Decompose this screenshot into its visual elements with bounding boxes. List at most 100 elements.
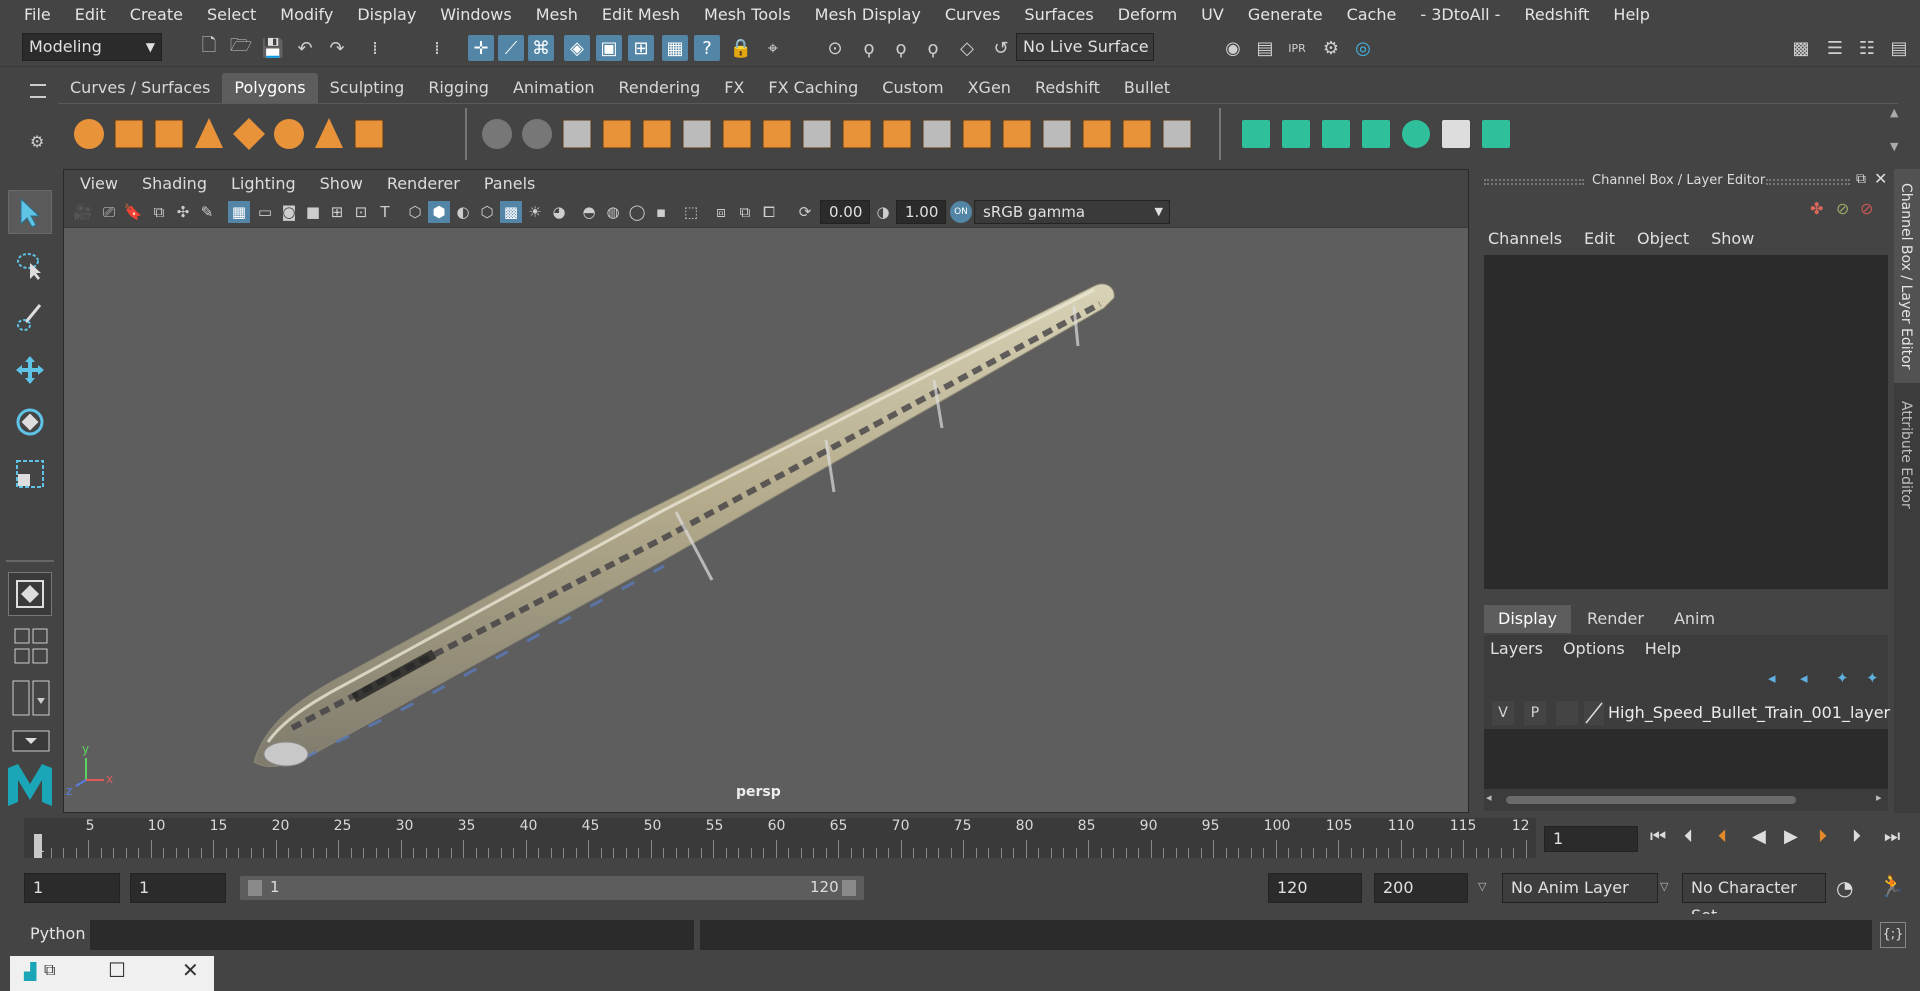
- render-frame-icon[interactable]: ▤: [1252, 35, 1278, 61]
- snap-rotate-icon[interactable]: ↺: [988, 35, 1014, 61]
- menu-select[interactable]: Select: [195, 5, 268, 24]
- 2d-pan-zoom-icon[interactable]: ✣: [172, 201, 194, 223]
- menu-edit[interactable]: Edit: [63, 5, 118, 24]
- step-back-key-icon[interactable]: ⏴: [1684, 826, 1693, 847]
- shelf-uv-tool-7-icon[interactable]: [1482, 120, 1510, 148]
- play-forward-icon[interactable]: ▶: [1784, 826, 1798, 847]
- lock-icon[interactable]: 🔒: [728, 35, 754, 61]
- shelf-quad-icon[interactable]: [1042, 119, 1072, 149]
- shelf-disc-icon[interactable]: [522, 119, 552, 149]
- wireframe-on-shaded-icon[interactable]: ◐: [452, 201, 474, 223]
- close-window-icon[interactable]: ✕: [182, 958, 199, 982]
- chevron-down-icon[interactable]: ▽: [1660, 880, 1668, 893]
- exposure-field[interactable]: 0.00: [820, 200, 870, 224]
- grease-pencil-icon[interactable]: ✎: [196, 201, 218, 223]
- menu-3dtoall[interactable]: - 3DtoAll -: [1408, 5, 1512, 24]
- select-cursor-icon[interactable]: ⌖: [760, 35, 786, 61]
- layer-tab-display[interactable]: Display: [1484, 605, 1571, 633]
- shelf-rect-icon[interactable]: [1002, 119, 1032, 149]
- textured-icon[interactable]: ▩: [500, 201, 522, 223]
- snap-lasso-icon[interactable]: ϙ: [856, 35, 882, 61]
- maya-logo-icon[interactable]: [6, 762, 54, 808]
- new-scene-icon[interactable]: 🗋: [196, 35, 222, 61]
- no-entry-icon[interactable]: ⊘: [1860, 199, 1873, 218]
- depth-of-field-icon[interactable]: ▪: [650, 201, 672, 223]
- viewport-menu-renderer[interactable]: Renderer: [375, 174, 472, 193]
- shelf-uv-tool-4-icon[interactable]: [1362, 120, 1390, 148]
- modeling-toolkit-icon[interactable]: ▩: [1788, 35, 1814, 61]
- shelf-tab-custom[interactable]: Custom: [870, 73, 955, 103]
- step-forward-key-icon[interactable]: ⏵: [1852, 826, 1861, 847]
- shelf-bevel-icon[interactable]: [962, 119, 992, 149]
- shelf-tab-sculpting[interactable]: Sculpting: [318, 73, 417, 103]
- shelf-layers-icon[interactable]: [802, 119, 832, 149]
- menu-surfaces[interactable]: Surfaces: [1012, 5, 1105, 24]
- redo-icon[interactable]: ↷: [324, 35, 350, 61]
- range-handle-left[interactable]: [248, 880, 262, 896]
- open-scene-icon[interactable]: 🗁: [228, 35, 254, 61]
- screen-space-ao-icon[interactable]: ◓: [578, 201, 600, 223]
- shelf-extrude-icon[interactable]: [762, 119, 792, 149]
- go-to-start-icon[interactable]: ⏮: [1650, 826, 1666, 847]
- menu-mesh-display[interactable]: Mesh Display: [803, 5, 933, 24]
- range-handle-right[interactable]: [842, 880, 856, 896]
- grid-icon[interactable]: ▦: [228, 201, 250, 223]
- shelf-sphere-icon[interactable]: [74, 119, 104, 149]
- viewport-menu-panels[interactable]: Panels: [472, 174, 548, 193]
- camera-icon[interactable]: 🎥: [72, 201, 94, 223]
- color-management-icon[interactable]: ON: [950, 201, 972, 223]
- script-editor-icon[interactable]: {;}: [1880, 922, 1906, 948]
- gate-mask-icon[interactable]: ■: [302, 201, 324, 223]
- layer-tab-anim[interactable]: Anim: [1659, 605, 1730, 633]
- xray-icon[interactable]: ⧈: [710, 201, 732, 223]
- shelf-uv-tool-6-icon[interactable]: [1442, 120, 1470, 148]
- playback-end-field[interactable]: 120: [1268, 873, 1362, 903]
- xray-components-icon[interactable]: ⧠: [758, 201, 780, 223]
- command-input[interactable]: [90, 920, 694, 950]
- layer-type-toggle[interactable]: [1556, 701, 1578, 725]
- select-component-icon[interactable]: ⌘: [528, 35, 554, 61]
- new-layer-icon[interactable]: ✦: [1836, 669, 1849, 687]
- shelf-uv-tool-2-icon[interactable]: [1282, 120, 1310, 148]
- menu-create[interactable]: Create: [118, 5, 195, 24]
- shelf-torus-icon[interactable]: [274, 119, 304, 149]
- shelf-diamond-icon[interactable]: [233, 118, 265, 150]
- smooth-shade-icon[interactable]: ⬢: [428, 201, 450, 223]
- anim-layer-dropdown[interactable]: No Anim Layer: [1502, 873, 1658, 903]
- shelf-settings-icon[interactable]: ⚙: [30, 132, 44, 151]
- shelf-cube-icon[interactable]: [114, 119, 144, 149]
- camera-attributes-icon[interactable]: ⎚: [98, 201, 120, 223]
- menu-file[interactable]: File: [12, 5, 63, 24]
- four-view-layout-icon[interactable]: [14, 628, 48, 666]
- shelf-cube-icon[interactable]: [642, 119, 672, 149]
- shelf-cone-icon[interactable]: [195, 118, 223, 148]
- close-panel-icon[interactable]: ✕: [1874, 169, 1887, 188]
- snap-point-icon[interactable]: ⊞: [628, 35, 654, 61]
- shelf-tab-xgen[interactable]: XGen: [956, 73, 1023, 103]
- menu-help[interactable]: Help: [1601, 5, 1661, 24]
- shelf-tab-redshift[interactable]: Redshift: [1023, 73, 1112, 103]
- snap-view-icon[interactable]: ▦: [662, 35, 688, 61]
- layout-toggle-icon[interactable]: [12, 730, 50, 752]
- shelf-tab-curves-surfaces[interactable]: Curves / Surfaces: [58, 73, 222, 103]
- layer-menu-help[interactable]: Help: [1645, 639, 1681, 658]
- shelf-scroll-up-icon[interactable]: ▲: [1890, 106, 1898, 119]
- channel-box-side-tab[interactable]: Channel Box / Layer Editor: [1894, 169, 1920, 383]
- step-forward-frame-icon[interactable]: ⏵: [1818, 826, 1827, 847]
- axis-gizmo-icon[interactable]: ✤: [1810, 199, 1823, 218]
- menu-display[interactable]: Display: [345, 5, 428, 24]
- shelf-bridge-icon[interactable]: [562, 119, 592, 149]
- outliner-layout-icon[interactable]: [12, 680, 50, 718]
- snap-grid-icon[interactable]: ◈: [564, 35, 590, 61]
- auto-key-icon[interactable]: ◔: [1836, 876, 1853, 900]
- shelf-rect-icon[interactable]: [882, 119, 912, 149]
- shelf-uv-tool-5-icon[interactable]: [1402, 120, 1430, 148]
- maya-window-icon[interactable]: ▟: [24, 962, 36, 981]
- shelf-scroll-down-icon[interactable]: ▼: [1890, 140, 1898, 153]
- shelf-x-icon[interactable]: [1122, 119, 1152, 149]
- isolate-select-icon[interactable]: ⬚: [680, 201, 702, 223]
- step-back-frame-icon[interactable]: ⏴: [1718, 826, 1727, 847]
- menu-curves[interactable]: Curves: [933, 5, 1013, 24]
- shelf-x-icon[interactable]: [1162, 119, 1192, 149]
- field-chart-icon[interactable]: ⊞: [326, 201, 348, 223]
